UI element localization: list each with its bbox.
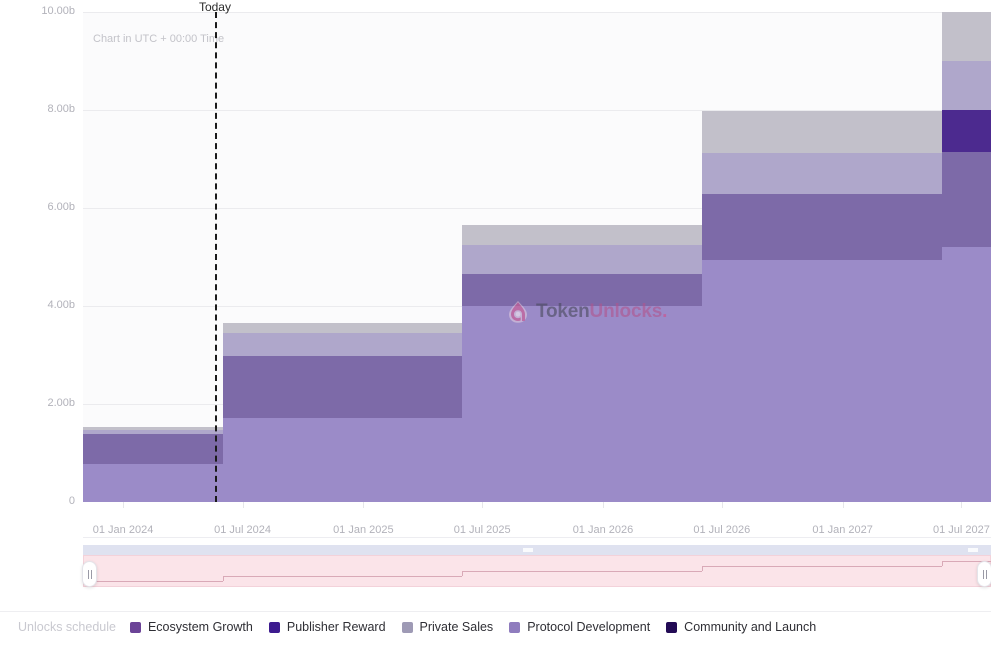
range-slider-step-riser: [462, 571, 464, 577]
x-axis-tick-label: 01 Jan 2027: [812, 524, 873, 536]
range-slider-step-riser: [222, 576, 224, 582]
legend-divider: [0, 611, 991, 612]
x-axis-tick-mark: [602, 502, 604, 508]
range-slider-topbar-grip-right[interactable]: [968, 548, 978, 552]
legend-title: Unlocks schedule: [18, 620, 116, 634]
x-axis-tick-mark: [842, 502, 844, 508]
step-area-segment: [222, 417, 463, 502]
step-area-segment: [83, 434, 223, 464]
step-area-segment: [462, 306, 703, 502]
range-slider-step-line: [83, 581, 223, 583]
range-slider[interactable]: [82, 545, 991, 590]
legend-swatch-icon: [268, 621, 280, 633]
utc-note: Chart in UTC + 00:00 Time: [93, 33, 225, 45]
step-area-segment: [83, 430, 223, 435]
step-area-segment: [702, 153, 942, 194]
step-area-segment: [941, 61, 991, 110]
x-axis-tick-label: 01 Jul 2026: [693, 524, 751, 536]
legend-item-label: Community and Launch: [684, 620, 817, 634]
plot-outer: 0 2.00b 4.00b 6.00b 8.00b 10.00b TokenUnlocks…: [0, 0, 991, 546]
legend-swatch-icon: [666, 621, 678, 633]
step-area-segment: [222, 356, 463, 418]
y-axis-tick-label: 8.00b: [47, 103, 75, 115]
step-area-segment: [83, 463, 223, 502]
step-area-segment: [462, 225, 703, 246]
legend-item-label: Protocol Development: [527, 620, 651, 634]
step-area-segment: [702, 193, 942, 261]
range-slider-preview-line: [83, 555, 991, 587]
today-marker-label: Today: [198, 0, 231, 14]
range-slider-step-line: [222, 576, 463, 578]
x-axis-tick-mark: [721, 502, 723, 508]
step-area-segment: [941, 247, 991, 502]
legend-item[interactable]: Protocol Development: [509, 620, 650, 634]
legend-item-label: Private Sales: [419, 620, 494, 634]
y-axis-tick-label: 4.00b: [47, 299, 75, 311]
x-axis-tick-mark: [961, 502, 963, 508]
range-slider-left-handle[interactable]: [82, 561, 97, 587]
step-area-segment: [941, 151, 991, 248]
legend-item-label: Ecosystem Growth: [147, 620, 253, 634]
legend-item[interactable]: Publisher Reward: [268, 620, 386, 634]
x-axis-tick-mark: [123, 502, 125, 508]
step-area-segment: [702, 260, 942, 502]
range-slider-step-line: [462, 571, 703, 573]
legend-item[interactable]: Private Sales: [401, 620, 494, 634]
x-axis-tick-mark: [242, 502, 244, 508]
legend-item[interactable]: Community and Launch: [666, 620, 816, 634]
step-area-segment: [941, 12, 991, 62]
y-axis-tick-label: 0: [68, 495, 75, 507]
range-slider-step-riser: [702, 565, 704, 572]
step-area-segment: [462, 273, 703, 306]
x-axis-tick-label: 01 Jul 2027: [933, 524, 990, 536]
legend-item[interactable]: Ecosystem Growth: [129, 620, 253, 634]
range-slider-topbar-grip[interactable]: [523, 548, 533, 552]
plot-area[interactable]: TokenUnlocks.: [83, 12, 991, 502]
legend-swatch-icon: [129, 621, 141, 633]
legend-item-label: Publisher Reward: [286, 620, 386, 634]
token-unlocks-chart: 0 2.00b 4.00b 6.00b 8.00b 10.00b TokenUnlocks…: [0, 0, 991, 646]
range-slider-topbar[interactable]: [83, 545, 991, 555]
x-axis-tick-label: 01 Jan 2024: [92, 524, 154, 536]
range-slider-right-handle[interactable]: [977, 561, 991, 587]
legend-swatch-icon: [401, 621, 413, 633]
y-axis-tick-label: 2.00b: [47, 397, 75, 409]
x-axis-line: [83, 537, 991, 538]
step-area-segment: [222, 332, 463, 357]
x-axis-tick-mark: [363, 502, 365, 508]
x-axis-tick-label: 01 Jul 2024: [214, 524, 271, 536]
step-area-segment: [83, 426, 223, 431]
step-area-segment: [462, 245, 703, 274]
x-axis-tick-label: 01 Jul 2025: [453, 524, 511, 536]
legend: Unlocks schedule Ecosystem Growth Publish…: [18, 620, 832, 634]
range-slider-step-riser: [941, 561, 943, 566]
step-area-segment: [941, 109, 991, 152]
x-axis-tick-label: 01 Jan 2026: [572, 524, 634, 536]
today-marker-line: [214, 12, 217, 502]
step-area-segment: [702, 110, 942, 154]
x-axis-tick-mark: [482, 502, 484, 508]
y-axis-tick-label: 10.00b: [41, 5, 75, 17]
y-axis-tick-label: 6.00b: [47, 201, 75, 213]
step-area-segment: [222, 322, 463, 333]
range-slider-step-line: [702, 565, 942, 567]
x-axis-tick-label: 01 Jan 2025: [333, 524, 394, 536]
legend-swatch-icon: [509, 621, 521, 633]
